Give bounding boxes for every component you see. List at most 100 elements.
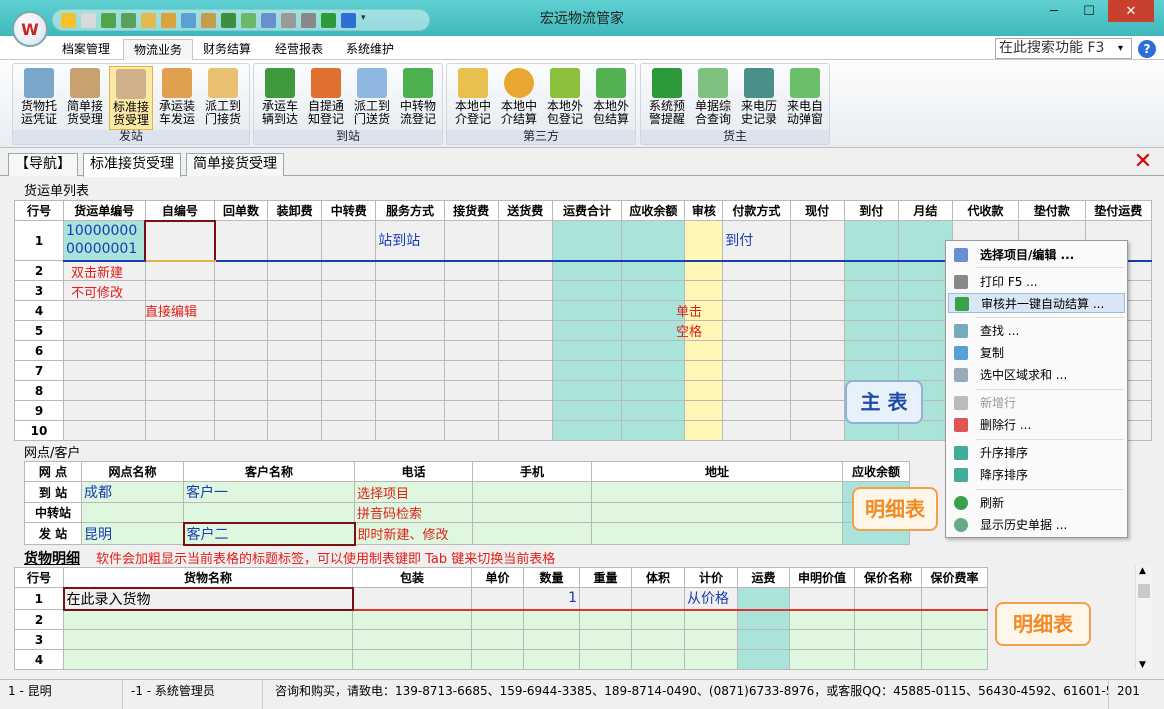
cell[interactable] xyxy=(497,260,553,281)
ribbon-button-load-dispatch[interactable]: 承运装 车发运 xyxy=(155,66,199,130)
menu-item-add-row[interactable]: 新增行 xyxy=(948,393,1125,413)
cell[interactable] xyxy=(375,420,445,441)
table-row[interactable]: 1 在此录入货物 1 从价格 xyxy=(14,586,988,611)
cell[interactable] xyxy=(375,300,445,321)
menu-archive[interactable]: 档案管理 xyxy=(52,39,120,60)
cell[interactable] xyxy=(63,649,353,670)
column-header[interactable]: 地址 xyxy=(591,461,843,482)
cell[interactable] xyxy=(684,420,724,441)
cell[interactable] xyxy=(789,360,845,381)
menu-item-find[interactable]: 查找 ... xyxy=(948,321,1125,341)
cell[interactable] xyxy=(921,629,988,650)
cell[interactable] xyxy=(722,260,791,281)
column-header[interactable]: 应收余额 xyxy=(621,200,686,221)
cell[interactable] xyxy=(621,400,686,421)
search-dropdown-icon[interactable]: ▾ xyxy=(1118,43,1123,54)
customer-name-cell[interactable]: 客户二 xyxy=(182,521,356,546)
cell[interactable] xyxy=(551,340,623,361)
customer-name-cell[interactable] xyxy=(183,502,355,523)
cell[interactable] xyxy=(684,609,738,630)
dropdown-icon[interactable]: ▾ xyxy=(361,13,369,28)
phone-cell[interactable]: 即时新建、修改 xyxy=(354,522,473,545)
cell[interactable] xyxy=(214,320,269,341)
table-row[interactable]: 3 xyxy=(14,629,988,650)
cell[interactable] xyxy=(443,220,499,262)
waybill-number-cell[interactable]: 10000000 00000001 xyxy=(62,220,146,262)
column-header[interactable]: 行号 xyxy=(14,200,64,221)
column-header[interactable]: 网点名称 xyxy=(81,461,184,482)
column-header[interactable]: 行号 xyxy=(14,567,64,588)
ribbon-button-standard-receive[interactable]: 标准接 货受理 xyxy=(109,66,153,130)
minimize-button[interactable]: ─ xyxy=(1038,0,1070,22)
cell[interactable] xyxy=(471,629,524,650)
cell[interactable] xyxy=(551,300,623,321)
ribbon-button-call-popup[interactable]: 来电自 动弹窗 xyxy=(783,66,827,130)
cell[interactable] xyxy=(375,400,445,421)
cell[interactable] xyxy=(789,320,845,341)
cell[interactable] xyxy=(684,280,724,301)
cell[interactable] xyxy=(267,400,323,421)
cell[interactable] xyxy=(443,300,499,321)
cell[interactable] xyxy=(497,320,553,341)
cell[interactable] xyxy=(375,260,445,281)
cell[interactable] xyxy=(789,380,845,401)
cell[interactable] xyxy=(523,649,580,670)
address-cell[interactable] xyxy=(591,522,843,545)
column-header[interactable]: 保价名称 xyxy=(854,567,922,588)
tools-icon[interactable] xyxy=(201,12,216,28)
cell[interactable] xyxy=(144,340,216,361)
tab-standard-receive[interactable]: 标准接货受理 xyxy=(83,153,181,177)
cell[interactable] xyxy=(214,360,269,381)
cell[interactable] xyxy=(321,380,377,401)
column-header[interactable]: 现付 xyxy=(789,200,845,221)
cell[interactable] xyxy=(551,280,623,301)
cell[interactable] xyxy=(352,649,472,670)
flag-blue-icon[interactable] xyxy=(341,12,356,28)
book-icon[interactable] xyxy=(141,12,156,28)
cell[interactable] xyxy=(789,629,855,650)
ribbon-button-consignment[interactable]: 货物托 运凭证 xyxy=(17,66,61,130)
cell[interactable] xyxy=(352,629,472,650)
column-header[interactable]: 单价 xyxy=(471,567,524,588)
column-header[interactable]: 审核 xyxy=(684,200,724,221)
truck-icon[interactable] xyxy=(101,12,116,28)
scroll-down-icon[interactable]: ▼ xyxy=(1139,660,1146,670)
cell[interactable] xyxy=(214,380,269,401)
cell[interactable] xyxy=(214,260,269,281)
column-header[interactable]: 装卸费 xyxy=(267,200,323,221)
sum-icon[interactable] xyxy=(121,12,136,28)
ribbon-button-document-query[interactable]: 单据综 合查询 xyxy=(691,66,735,130)
column-header[interactable]: 货物名称 xyxy=(63,567,353,588)
menu-reports[interactable]: 经营报表 xyxy=(265,39,333,60)
add-icon[interactable] xyxy=(241,12,256,28)
column-header[interactable]: 垫付款 xyxy=(1018,200,1086,221)
column-header[interactable]: 数量 xyxy=(523,567,580,588)
column-header[interactable]: 重量 xyxy=(579,567,632,588)
mobile-cell[interactable] xyxy=(472,502,592,523)
cell[interactable] xyxy=(267,300,323,321)
cell[interactable] xyxy=(321,320,377,341)
goods-scrollbar[interactable]: ▲ ▼ xyxy=(1135,566,1152,670)
table-row[interactable]: 4 xyxy=(14,649,988,670)
outlet-name-cell[interactable] xyxy=(81,502,184,523)
cell[interactable] xyxy=(62,400,146,421)
cell[interactable] xyxy=(497,340,553,361)
cell[interactable] xyxy=(144,420,216,441)
cell[interactable] xyxy=(144,360,216,381)
column-header[interactable]: 付款方式 xyxy=(722,200,791,221)
phone-cell[interactable]: 选择项目 xyxy=(354,481,473,503)
cell[interactable] xyxy=(843,320,899,341)
cell[interactable] xyxy=(684,340,724,361)
cell[interactable] xyxy=(621,420,686,441)
ribbon-button-agent-settle[interactable]: 本地中 介结算 xyxy=(497,66,541,130)
column-header[interactable]: 送货费 xyxy=(497,200,553,221)
cell[interactable] xyxy=(621,360,686,381)
app-logo[interactable]: W xyxy=(12,11,48,47)
excel-icon[interactable] xyxy=(221,12,236,28)
cell[interactable] xyxy=(214,340,269,361)
cell[interactable] xyxy=(921,587,988,611)
maximize-button[interactable]: ☐ xyxy=(1073,0,1105,22)
cell[interactable] xyxy=(443,400,499,421)
cell[interactable] xyxy=(214,300,269,321)
cell[interactable] xyxy=(267,260,323,281)
